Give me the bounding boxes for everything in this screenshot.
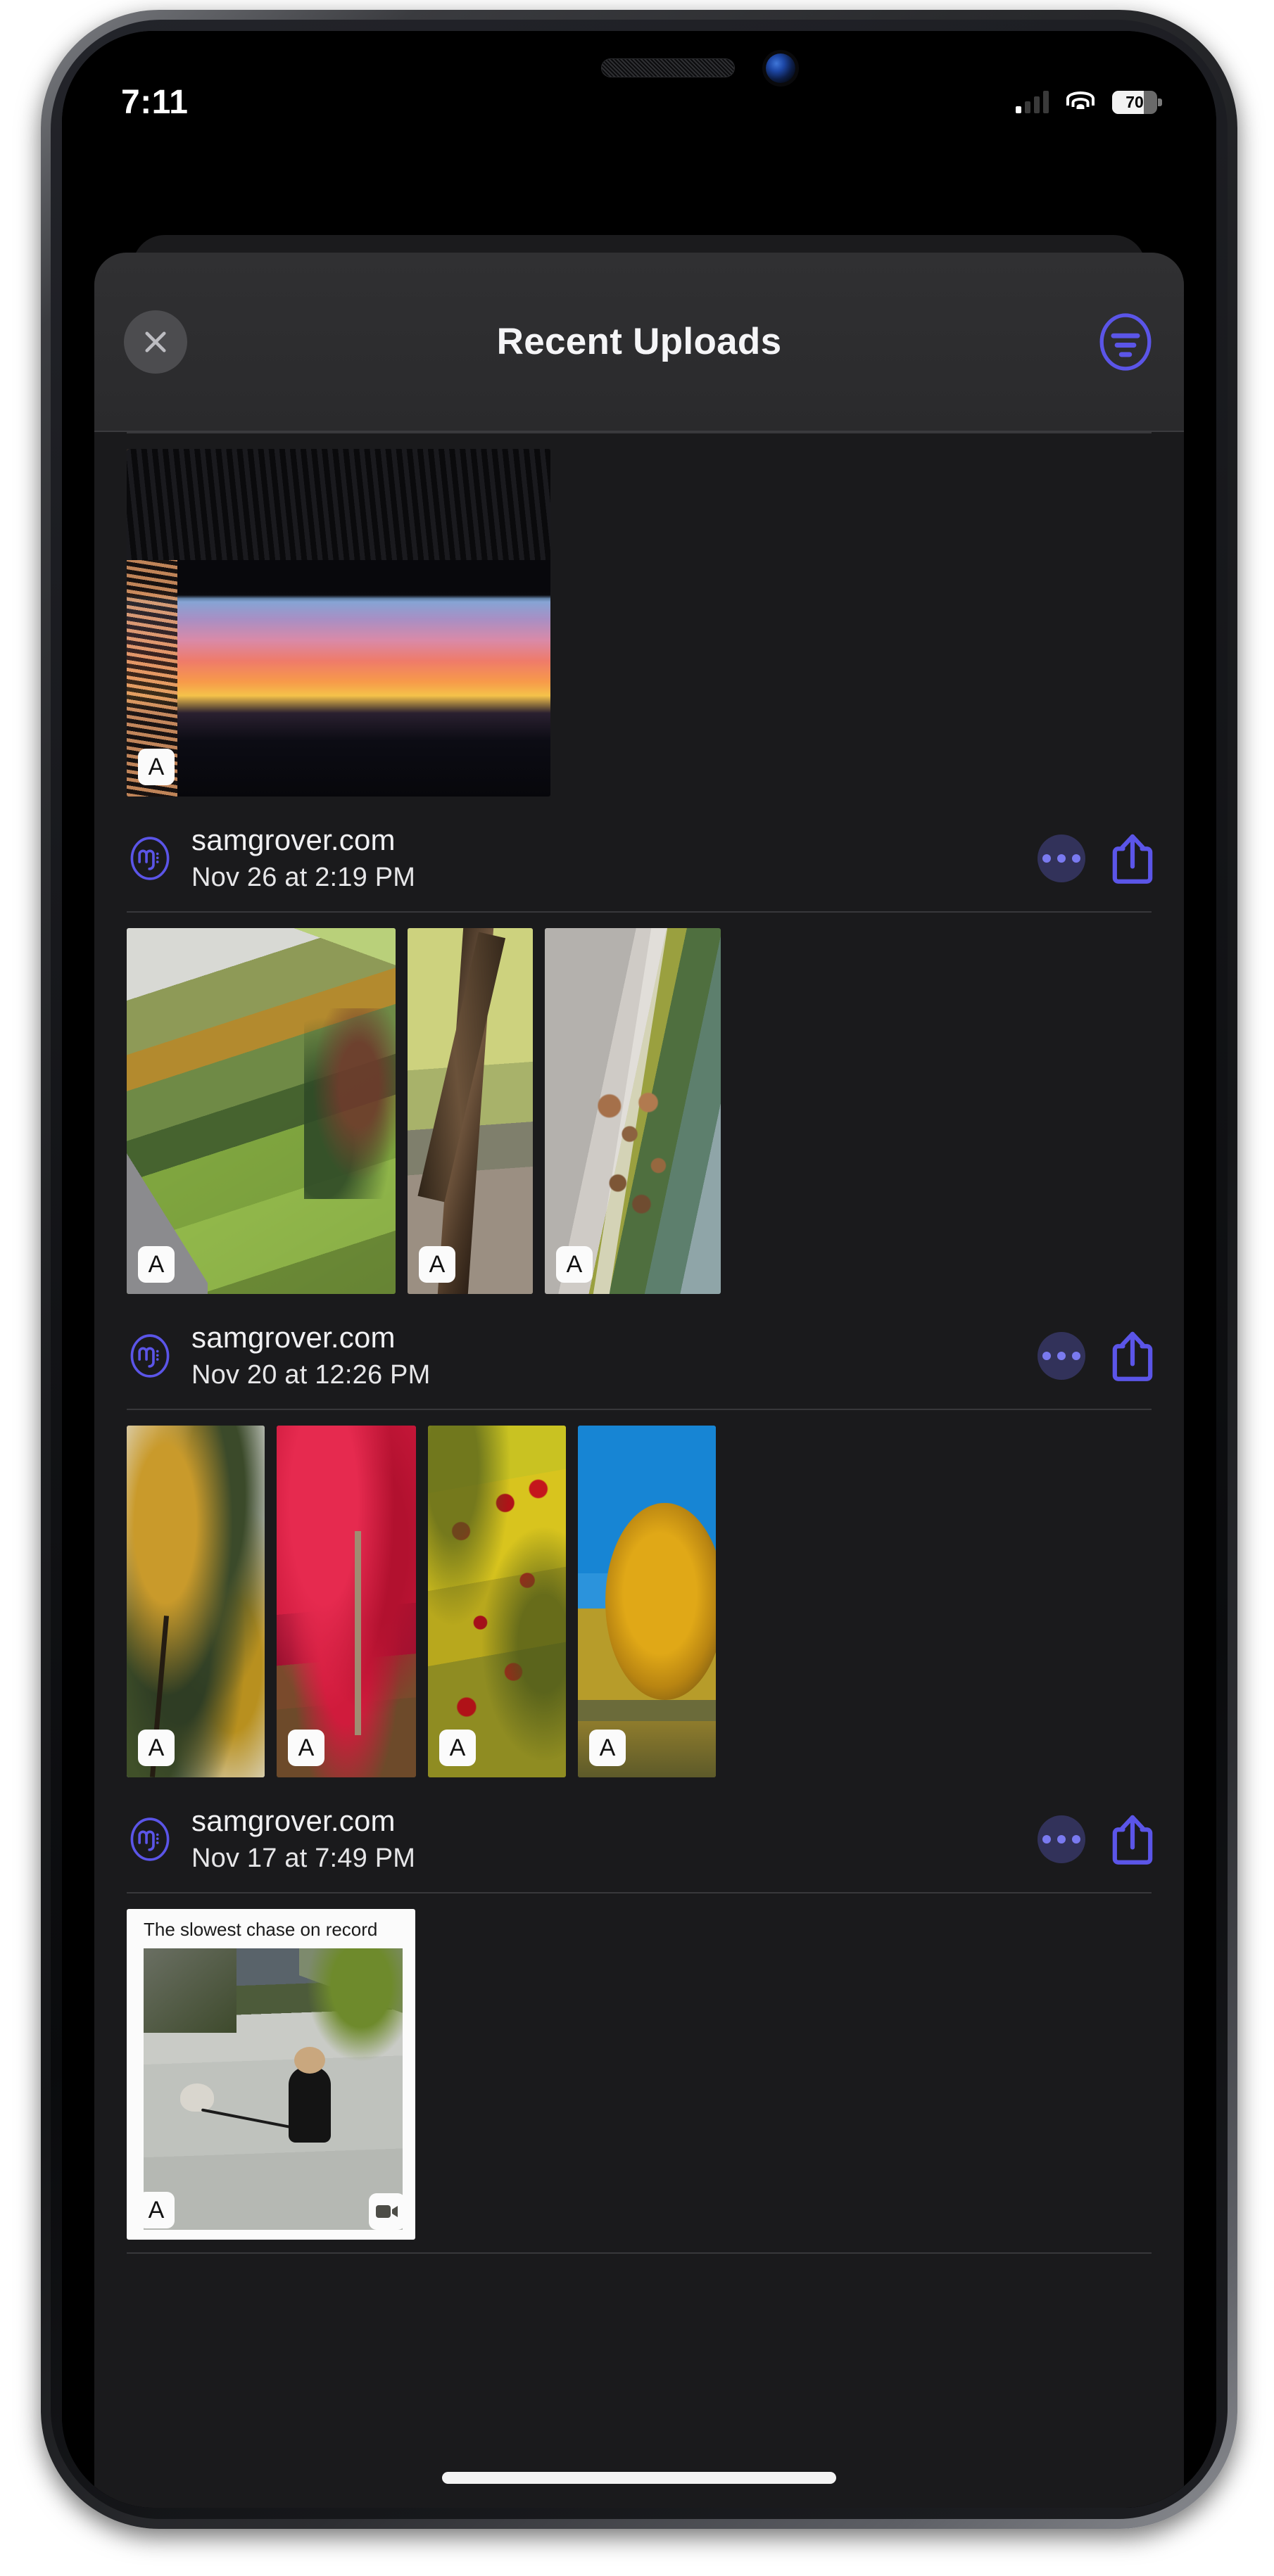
more-options-button[interactable] [1038,834,1085,882]
photo-thumbnail[interactable]: A [277,1426,416,1777]
alt-text-badge[interactable]: A [439,1730,476,1766]
dog-subject [179,2083,214,2112]
upload-actions [1038,1330,1154,1382]
avatar[interactable] [127,835,173,882]
share-button[interactable] [1111,1813,1154,1865]
uploads-scroll-area[interactable]: Asamgrover.com Nov 26 at 2:19 PM A A Asamgro… [94,432,1184,2508]
site-name[interactable]: samgrover.com [191,823,415,857]
upload-timestamp: Nov 26 at 2:19 PM [191,863,416,892]
list-divider [127,2252,1152,2254]
site-name[interactable]: samgrover.com [191,1321,430,1354]
alt-text-badge[interactable]: A [138,1246,175,1283]
status-bar-time: 7:11 [121,83,189,121]
upload-meta-text: samgrover.com Nov 26 at 2:19 PM [191,823,415,893]
home-indicator[interactable] [442,2472,836,2484]
photo-thumbnail[interactable]: A [408,928,533,1294]
upload-meta-row: samgrover.com Nov 26 at 2:19 PM [94,809,1184,911]
leash [201,2108,294,2129]
page-title: Recent Uploads [496,321,782,362]
device-notch [414,32,864,122]
upload-timestamp: Nov 20 at 12:26 PM [191,1360,431,1390]
photo-thumbnail[interactable]: A [127,449,550,797]
earpiece-speaker-icon [601,58,735,77]
share-icon [1112,834,1153,884]
alt-text-badge[interactable]: A [288,1730,324,1766]
thumbnail-image [127,1426,265,1777]
upload-timestamp: Nov 17 at 7:49 PM [191,1844,416,1873]
alt-text-badge[interactable]: A [138,2192,175,2228]
site-name[interactable]: samgrover.com [191,1804,415,1838]
avatar[interactable] [127,1816,173,1863]
video-preview-frame [144,1948,403,2230]
upload-meta-row: samgrover.com Nov 17 at 7:49 PM [94,1790,1184,1892]
thumbnail-image [127,449,550,797]
photo-thumbnail[interactable]: A [428,1426,566,1777]
microblog-avatar-icon [130,836,170,880]
media-thumbnail-strip[interactable]: The slowest chase on record A [94,1893,1184,2252]
upload-actions [1038,1813,1154,1865]
uploads-list: Asamgrover.com Nov 26 at 2:19 PM A A Asamgro… [94,433,1184,2254]
photo-thumbnail[interactable]: A [127,928,396,1294]
thumbnail-image [545,928,721,1294]
upload-actions [1038,832,1154,884]
media-thumbnail-strip[interactable]: AAA [94,913,1184,1307]
photo-thumbnail[interactable]: A [127,1426,265,1777]
microblog-avatar-icon [130,1817,170,1861]
thumbnail-image: The slowest chase on record [127,1909,415,2240]
phone-device-frame: 7:11 70 Recent Uploads A samgrover.com N… [41,10,1237,2529]
screenshot-canvas: 7:11 70 Recent Uploads A samgrover.com N… [0,0,1274,2576]
filter-button[interactable] [1097,312,1154,371]
child-subject [289,2047,332,2143]
media-thumbnail-strip[interactable]: AAAA [94,1410,1184,1790]
upload-group: The slowest chase on record A [94,1893,1184,2252]
alt-text-badge[interactable]: A [138,749,175,785]
thumbnail-image [428,1426,566,1777]
front-camera-icon [766,53,795,83]
photo-thumbnail[interactable]: A [545,928,721,1294]
phone-screen: 7:11 70 Recent Uploads A samgrover.com N… [62,31,1216,2508]
share-icon [1112,1815,1153,1865]
battery-percent-label: 70 [1125,92,1144,111]
video-camera-icon [376,2205,398,2218]
thumbnail-image [408,928,533,1294]
share-button[interactable] [1111,1330,1154,1382]
video-caption: The slowest chase on record [144,1919,378,1940]
recent-uploads-sheet: Recent Uploads Asamgrover.com Nov 26 at 2… [94,253,1184,2508]
share-button[interactable] [1111,832,1154,884]
thumbnail-image [578,1426,716,1777]
upload-meta-text: samgrover.com Nov 17 at 7:49 PM [191,1804,415,1874]
share-icon [1112,1331,1153,1381]
upload-meta-text: samgrover.com Nov 20 at 12:26 PM [191,1321,430,1390]
cellular-signal-icon [1016,91,1049,113]
photo-thumbnail[interactable]: A [578,1426,716,1777]
upload-group: A A A Asamgrover.com Nov 17 at 7:49 PM [94,1410,1184,1892]
microblog-avatar-icon [130,1333,170,1378]
alt-text-badge[interactable]: A [556,1246,593,1283]
avatar[interactable] [127,1333,173,1379]
battery-icon: 70 [1112,90,1162,114]
more-options-button[interactable] [1038,1815,1085,1863]
video-thumbnail[interactable]: The slowest chase on record A [127,1909,415,2240]
status-bar-indicators: 70 [1016,90,1162,114]
upload-meta-row: samgrover.com Nov 20 at 12:26 PM [94,1307,1184,1409]
more-options-button[interactable] [1038,1331,1085,1380]
thumbnail-image [127,928,396,1294]
close-icon [145,331,166,353]
upload-group: Asamgrover.com Nov 26 at 2:19 PM [94,433,1184,911]
close-button[interactable] [124,310,187,374]
sheet-header: Recent Uploads [94,253,1184,432]
alt-text-badge[interactable]: A [589,1730,626,1766]
alt-text-badge[interactable]: A [138,1730,175,1766]
upload-group: A A Asamgrover.com Nov 20 at 12:26 PM [94,913,1184,1409]
alt-text-badge[interactable]: A [419,1246,455,1283]
filter-icon [1099,312,1152,371]
wifi-icon [1066,91,1095,113]
video-type-badge [369,2193,405,2230]
media-thumbnail-strip[interactable]: A [94,433,1184,809]
thumbnail-image [277,1426,416,1777]
